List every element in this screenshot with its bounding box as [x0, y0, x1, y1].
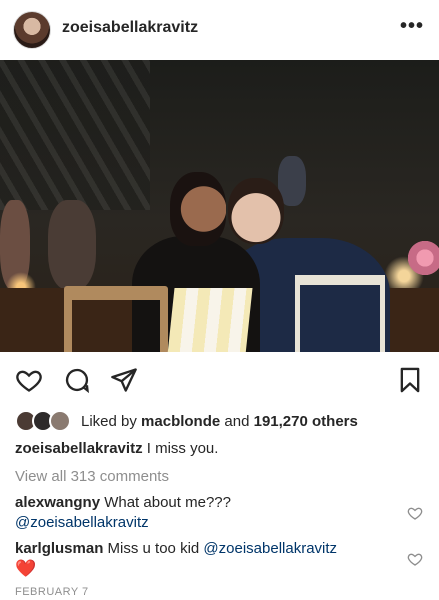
likes-others-link[interactable]: 191,270 others — [254, 413, 358, 430]
photo-guest — [48, 200, 96, 290]
likes-joiner: and — [224, 412, 250, 430]
comment-text: What about me??? — [104, 494, 231, 511]
likes-user-link[interactable]: macblonde — [141, 413, 220, 430]
heart-outline-icon[interactable] — [15, 366, 43, 394]
photo-background-tent — [0, 60, 150, 210]
paper-plane-icon[interactable] — [110, 366, 138, 394]
comment-item: karlglusman Miss u too kid @zoeisabellak… — [15, 539, 405, 580]
post-date: FEBRUARY 7 — [15, 586, 89, 598]
heart-outline-icon[interactable] — [407, 551, 423, 567]
view-all-comments-link[interactable]: View all 313 comments — [15, 468, 169, 485]
photo-man-head — [228, 178, 284, 244]
caption-text: I miss you. — [146, 440, 219, 457]
photo-woman-head — [170, 172, 226, 246]
red-heart-emoji: ❤️ — [15, 559, 37, 578]
comment-mention[interactable]: @zoeisabellakravitz — [203, 540, 337, 557]
photo-flowers — [405, 238, 439, 278]
comment-mention[interactable]: @zoeisabellakravitz — [15, 514, 149, 531]
comment-username[interactable]: alexwangny — [15, 494, 100, 511]
post-photo[interactable] — [0, 60, 439, 352]
more-horizontal-icon[interactable]: ••• — [400, 16, 424, 36]
liker-avatars — [15, 410, 73, 432]
comment-text: Miss u too kid — [107, 540, 200, 557]
post-caption: zoeisabellakravitz I miss you. — [15, 440, 218, 457]
photo-wooden-chair — [64, 286, 168, 352]
avatar — [49, 410, 71, 432]
comment-bubble-icon[interactable] — [63, 366, 91, 394]
likes-summary[interactable]: Liked by macblonde and 191,270 others — [15, 410, 358, 432]
heart-outline-icon[interactable] — [407, 505, 423, 521]
caption-username[interactable]: zoeisabellakravitz — [15, 440, 143, 457]
bookmark-icon[interactable] — [396, 366, 424, 394]
avatar[interactable] — [13, 11, 51, 49]
comment-item: alexwangny What about me??? @zoeisabella… — [15, 493, 405, 533]
action-bar — [0, 352, 439, 408]
comment-username[interactable]: karlglusman — [15, 540, 103, 557]
post-header: zoeisabellakravitz ••• — [0, 0, 439, 60]
photo-striped-towel — [161, 288, 253, 352]
likes-prefix: Liked by — [81, 412, 137, 430]
photo-white-chair — [295, 275, 385, 352]
post-username[interactable]: zoeisabellakravitz — [62, 19, 198, 37]
